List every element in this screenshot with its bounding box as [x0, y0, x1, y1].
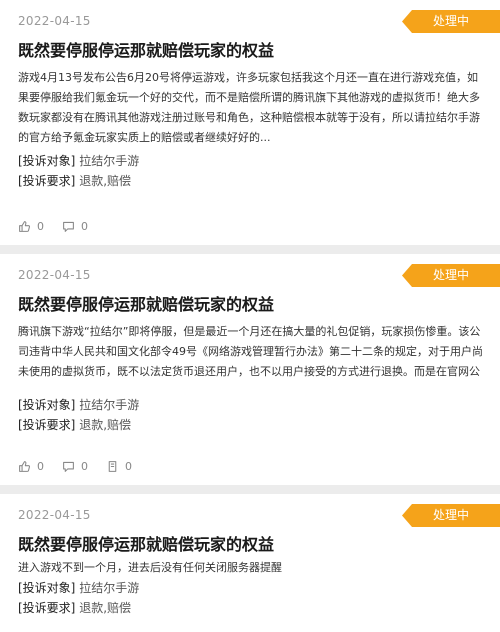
- share-button[interactable]: 0: [106, 460, 132, 473]
- complaint-meta: [投诉对象] 拉结尔手游 [投诉要求] 退款,赔偿: [18, 151, 139, 191]
- complaint-date: 2022-04-15: [18, 268, 91, 282]
- complaint-request: [投诉要求] 退款,赔偿: [18, 171, 139, 191]
- like-button[interactable]: 0: [18, 460, 44, 473]
- complaint-description: 游戏4月13号发布公告6月20号将停运游戏，许多玩家包括我这个月还一直在进行游戏…: [18, 71, 480, 144]
- target-label: [投诉对象]: [18, 398, 76, 412]
- complaint-description: 腾讯旗下游戏“拉结尔”即将停服，但是最近一个月还在搞大量的礼包促销，玩家损伤惨重…: [18, 325, 483, 378]
- request-label: [投诉要求]: [18, 601, 76, 615]
- complaint-feed: 2022-04-15 处理中 既然要停服停运那就赔偿玩家的权益 游戏4月13号发…: [0, 0, 500, 632]
- card-actions: 0 0: [18, 220, 88, 233]
- complaint-title[interactable]: 既然要停服停运那就赔偿玩家的权益: [18, 37, 484, 61]
- complaint-date: 2022-04-15: [18, 14, 91, 28]
- like-button[interactable]: 0: [18, 220, 44, 233]
- complaint-card[interactable]: 2022-04-15 处理中 既然要停服停运那就赔偿玩家的权益 进入游戏不到一个…: [0, 494, 500, 632]
- target-value[interactable]: 拉结尔手游: [79, 581, 139, 595]
- complaint-request: [投诉要求] 退款,赔偿: [18, 415, 139, 435]
- request-label: [投诉要求]: [18, 418, 76, 432]
- complaint-card[interactable]: 2022-04-15 处理中 既然要停服停运那就赔偿玩家的权益 游戏4月13号发…: [0, 0, 500, 245]
- comment-icon: [62, 460, 75, 473]
- complaint-title[interactable]: 既然要停服停运那就赔偿玩家的权益: [18, 291, 484, 315]
- complaint-target: [投诉对象] 拉结尔手游: [18, 395, 139, 415]
- complaint-meta: [投诉对象] 拉结尔手游 [投诉要求] 退款,赔偿: [18, 395, 139, 435]
- thumbs-up-icon: [18, 460, 31, 473]
- comment-button[interactable]: 0: [62, 220, 88, 233]
- target-value[interactable]: 拉结尔手游: [79, 398, 139, 412]
- target-label: [投诉对象]: [18, 154, 76, 168]
- like-count: 0: [37, 460, 44, 473]
- status-badge: 处理中: [402, 264, 500, 287]
- complaint-request: [投诉要求] 退款,赔偿: [18, 598, 139, 618]
- request-label: [投诉要求]: [18, 174, 76, 188]
- request-value: 退款,赔偿: [79, 418, 132, 432]
- target-value[interactable]: 拉结尔手游: [79, 154, 139, 168]
- complaint-card[interactable]: 2022-04-15 处理中 既然要停服停运那就赔偿玩家的权益 腾讯旗下游戏“拉…: [0, 254, 500, 485]
- card-actions: 0 0 0: [18, 460, 132, 473]
- like-count: 0: [37, 220, 44, 233]
- complaint-date: 2022-04-15: [18, 508, 91, 522]
- comment-icon: [62, 220, 75, 233]
- target-label: [投诉对象]: [18, 581, 76, 595]
- complaint-target: [投诉对象] 拉结尔手游: [18, 151, 139, 171]
- status-badge: 处理中: [402, 504, 500, 527]
- comment-count: 0: [81, 460, 88, 473]
- status-badge: 处理中: [402, 10, 500, 33]
- share-count: 0: [125, 460, 132, 473]
- complaint-meta: [投诉对象] 拉结尔手游 [投诉要求] 退款,赔偿: [18, 578, 139, 618]
- comment-count: 0: [81, 220, 88, 233]
- complaint-title[interactable]: 既然要停服停运那就赔偿玩家的权益: [18, 531, 484, 555]
- share-icon: [106, 460, 119, 473]
- comment-button[interactable]: 0: [62, 460, 88, 473]
- complaint-description: 进入游戏不到一个月，进去后没有任何关闭服务器提醒: [18, 561, 282, 574]
- request-value: 退款,赔偿: [79, 174, 132, 188]
- thumbs-up-icon: [18, 220, 31, 233]
- complaint-target: [投诉对象] 拉结尔手游: [18, 578, 139, 598]
- request-value: 退款,赔偿: [79, 601, 132, 615]
